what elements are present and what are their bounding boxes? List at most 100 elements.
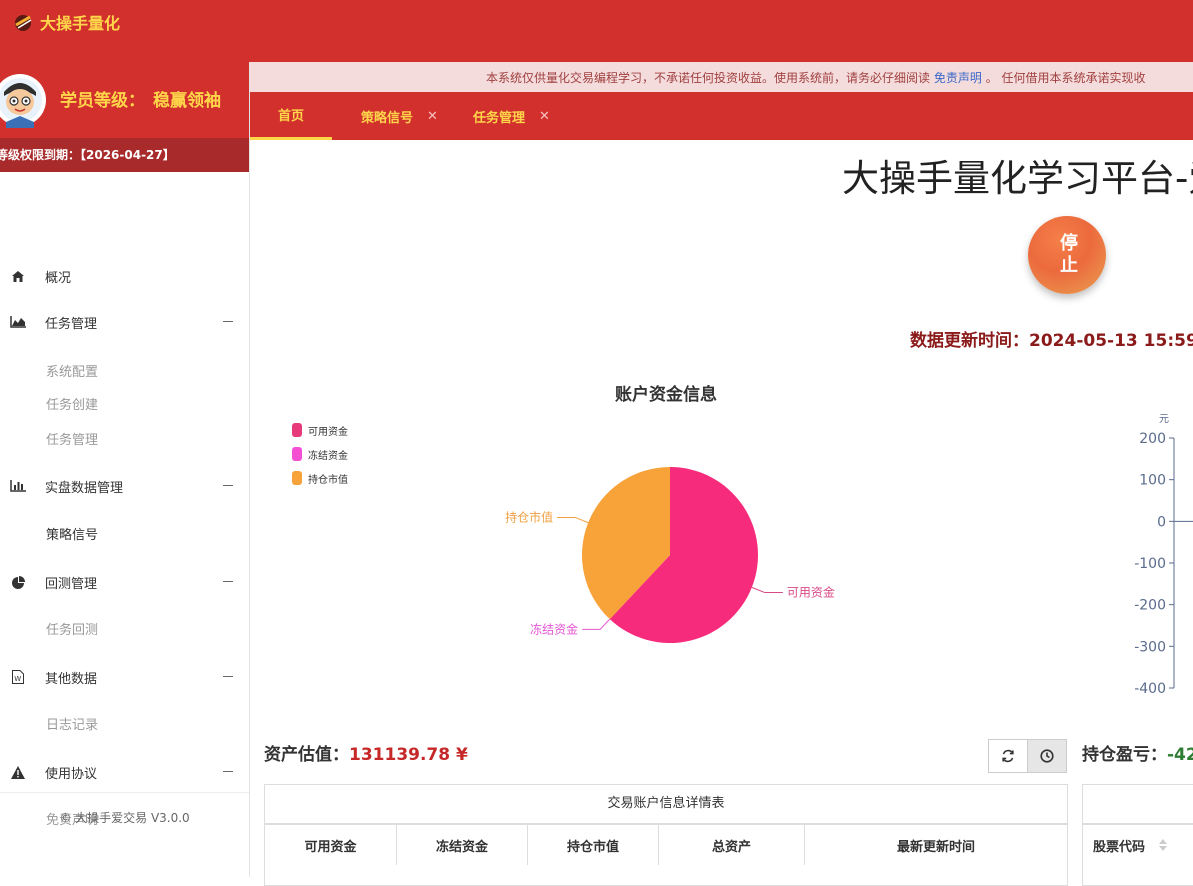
- column-header-position-value[interactable]: 持仓市值: [528, 825, 659, 865]
- holdings-table-header: 股票代码: [1083, 825, 1193, 865]
- pnl-chart: 元 200 100 0 -100 -200 -300 -400: [1134, 414, 1193, 697]
- asset-value: 资产估值：131139.78 ¥: [264, 740, 468, 765]
- tab-bar: 首页 策略信号 ✕ 任务管理 ✕: [250, 92, 1193, 140]
- home-icon: [10, 268, 26, 284]
- collapse-icon[interactable]: [223, 321, 233, 322]
- tab-label: 策略信号: [361, 110, 414, 126]
- column-header-available[interactable]: 可用资金: [265, 825, 397, 865]
- tab-label: 首页: [277, 109, 304, 124]
- sidebar-subitem-task-manage[interactable]: 任务管理: [46, 429, 98, 448]
- refresh-button[interactable]: [988, 739, 1028, 773]
- update-time: 数据更新时间：2024-05-13 15:59: [910, 326, 1193, 351]
- sidebar-item-live-data[interactable]: 实盘数据管理: [0, 471, 249, 501]
- legend-item-position[interactable]: 持仓市值: [292, 466, 348, 490]
- sidebar-subitem-task-create[interactable]: 任务创建: [46, 394, 98, 413]
- tab-label: 任务管理: [473, 110, 526, 126]
- notice-text-after: 。 任何借用本系统承诺实现收: [985, 71, 1146, 85]
- pie-label-position: 持仓市值: [505, 509, 553, 524]
- disclaimer-link[interactable]: 免责声明: [934, 71, 982, 85]
- pie-label-available: 可用资金: [787, 585, 835, 600]
- sort-icon[interactable]: [1159, 839, 1168, 851]
- bar-chart-icon: [10, 478, 26, 494]
- holdings-table-caption: [1083, 785, 1193, 825]
- update-time-label: 数据更新时间：: [910, 331, 1029, 351]
- app-logo-text: 大操手量化: [40, 14, 121, 33]
- pie-leader-line: [557, 516, 589, 524]
- table-toolbar: [988, 739, 1067, 773]
- column-header-total-assets[interactable]: 总资产: [659, 825, 805, 865]
- legend-label: 可用资金: [308, 426, 348, 438]
- notice-text: 本系统仅供量化交易编程学习，不承诺任何投资收益。使用系统前，请务必仔细阅读 免责…: [486, 69, 1146, 86]
- sidebar-item-agreement[interactable]: 使用协议: [0, 757, 249, 787]
- legend-swatch: [292, 471, 302, 485]
- sidebar-footer: © 大操手爱交易 V3.0.0: [0, 792, 249, 826]
- app-logo[interactable]: 大操手量化: [12, 10, 120, 34]
- pie-chart-icon: [10, 574, 26, 590]
- sidebar-item-label: 实盘数据管理: [45, 480, 124, 496]
- sidebar-item-label: 其他数据: [45, 671, 98, 687]
- asset-value-label: 资产估值：: [264, 745, 349, 765]
- user-level: 学员等级： 稳赢领袖: [60, 86, 221, 111]
- update-time-value: 2024-05-13 15:59: [1029, 331, 1193, 351]
- y-tick-label: -400: [1134, 681, 1166, 697]
- refresh-icon: [1002, 749, 1014, 763]
- logo-icon: [15, 15, 32, 31]
- auto-refresh-button[interactable]: [1028, 739, 1067, 773]
- stop-button[interactable]: 停止: [1028, 216, 1106, 294]
- pie-legend: 可用资金 冻结资金 持仓市值: [292, 418, 348, 490]
- column-header-frozen[interactable]: 冻结资金: [397, 825, 528, 865]
- sidebar-item-overview[interactable]: 概况: [0, 261, 249, 291]
- collapse-icon[interactable]: [223, 676, 233, 677]
- collapse-icon[interactable]: [223, 485, 233, 486]
- sidebar-subitem-log[interactable]: 日志记录: [46, 714, 98, 733]
- tab-task-management[interactable]: 任务管理 ✕: [473, 92, 550, 140]
- sidebar-item-backtest[interactable]: 回测管理: [0, 567, 249, 597]
- column-header-stock-code[interactable]: 股票代码: [1083, 825, 1173, 865]
- stop-button-label: 停止: [1057, 233, 1078, 277]
- legend-swatch: [292, 447, 302, 461]
- column-header-label: 股票代码: [1093, 839, 1146, 855]
- legend-item-frozen[interactable]: 冻结资金: [292, 442, 348, 466]
- y-tick-label: 0: [1157, 514, 1166, 530]
- word-doc-icon: W: [10, 669, 26, 685]
- pie-label-frozen: 冻结资金: [530, 621, 578, 636]
- sidebar-subitem-system-config[interactable]: 系统配置: [46, 361, 98, 380]
- legend-label: 冻结资金: [308, 450, 348, 462]
- legend-item-available[interactable]: 可用资金: [292, 418, 348, 442]
- y-axis-unit: 元: [1159, 414, 1169, 425]
- position-pnl: 持仓盈亏：-42: [1082, 740, 1193, 765]
- notice-bar: 本系统仅供量化交易编程学习，不承诺任何投资收益。使用系统前，请务必仔细阅读 免责…: [250, 62, 1193, 93]
- table-header: 可用资金 冻结资金 持仓市值 总资产 最新更新时间: [265, 825, 1067, 865]
- close-icon[interactable]: ✕: [427, 109, 438, 124]
- expire-date: 等级权限到期：【2026-04-27】: [0, 138, 249, 172]
- user-level-value: 稳赢领袖: [153, 91, 221, 111]
- close-icon[interactable]: ✕: [539, 109, 550, 124]
- y-tick-label: 100: [1139, 473, 1166, 489]
- sidebar-item-other-data[interactable]: W 其他数据: [0, 662, 249, 692]
- collapse-icon[interactable]: [223, 771, 233, 772]
- tab-home[interactable]: 首页: [250, 92, 332, 140]
- pie-leader-line: [582, 618, 611, 630]
- notice-text-before: 本系统仅供量化交易编程学习，不承诺任何投资收益。使用系统前，请务必仔细阅读: [486, 71, 931, 85]
- position-pnl-label: 持仓盈亏：: [1082, 745, 1167, 765]
- sidebar-subitem-task-backtest[interactable]: 任务回测: [46, 619, 98, 638]
- legend-swatch: [292, 423, 302, 437]
- column-header-last-update[interactable]: 最新更新时间: [805, 825, 1067, 865]
- main-content: 大操手量化学习平台-爱 停止 数据更新时间：2024-05-13 15:59 账…: [250, 140, 1193, 886]
- sidebar-item-label: 任务管理: [45, 316, 98, 332]
- pie-chart-title: 账户资金信息: [615, 385, 717, 405]
- sidebar-subitem-strategy-signal[interactable]: 策略信号: [46, 524, 98, 543]
- y-tick-label: 200: [1139, 431, 1166, 447]
- collapse-icon[interactable]: [223, 581, 233, 582]
- sidebar-item-task-management[interactable]: 任务管理: [0, 307, 249, 337]
- sidebar-item-label: 使用协议: [45, 766, 98, 782]
- y-tick-label: -300: [1134, 639, 1166, 655]
- pie-leader-line: [751, 586, 783, 594]
- asset-value-number: 131139.78 ¥: [349, 745, 468, 765]
- sidebar-item-label: 概况: [45, 270, 72, 286]
- pie-chart: 可用资金冻结资金 持仓市值: [505, 467, 835, 643]
- tab-strategy-signal[interactable]: 策略信号 ✕: [361, 92, 438, 140]
- page-title: 大操手量化学习平台-爱: [842, 157, 1193, 200]
- warning-icon: [10, 764, 26, 780]
- top-bar: 大操手量化: [0, 0, 1193, 62]
